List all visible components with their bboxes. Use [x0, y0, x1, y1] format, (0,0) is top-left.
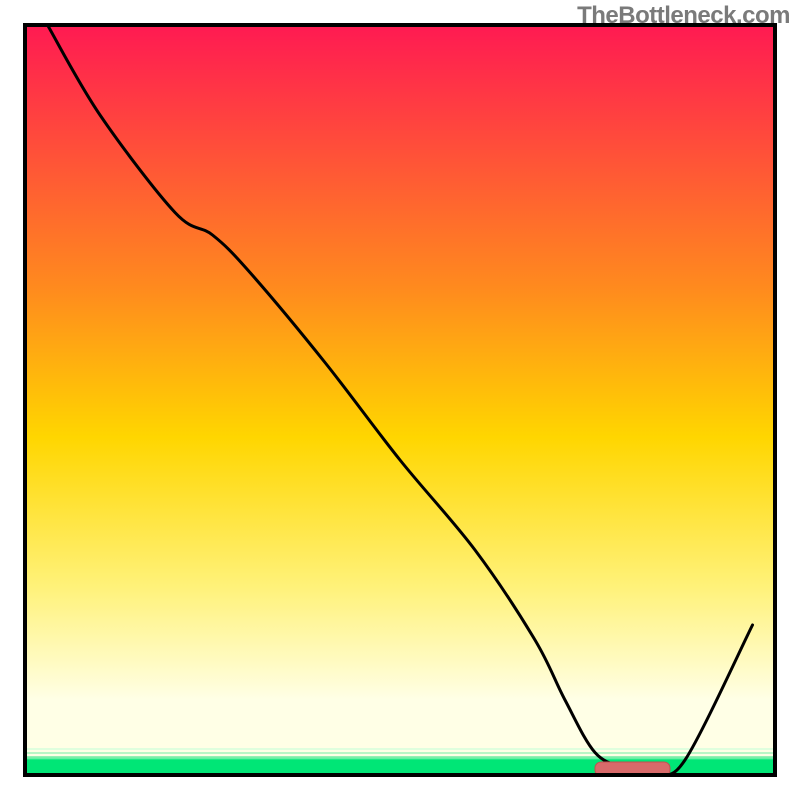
bottleneck-chart: TheBottleneck.com: [0, 0, 800, 800]
striations: [25, 748, 775, 758]
heat-gradient: [25, 25, 775, 775]
chart-svg: [0, 0, 800, 800]
watermark-text: TheBottleneck.com: [577, 2, 790, 30]
